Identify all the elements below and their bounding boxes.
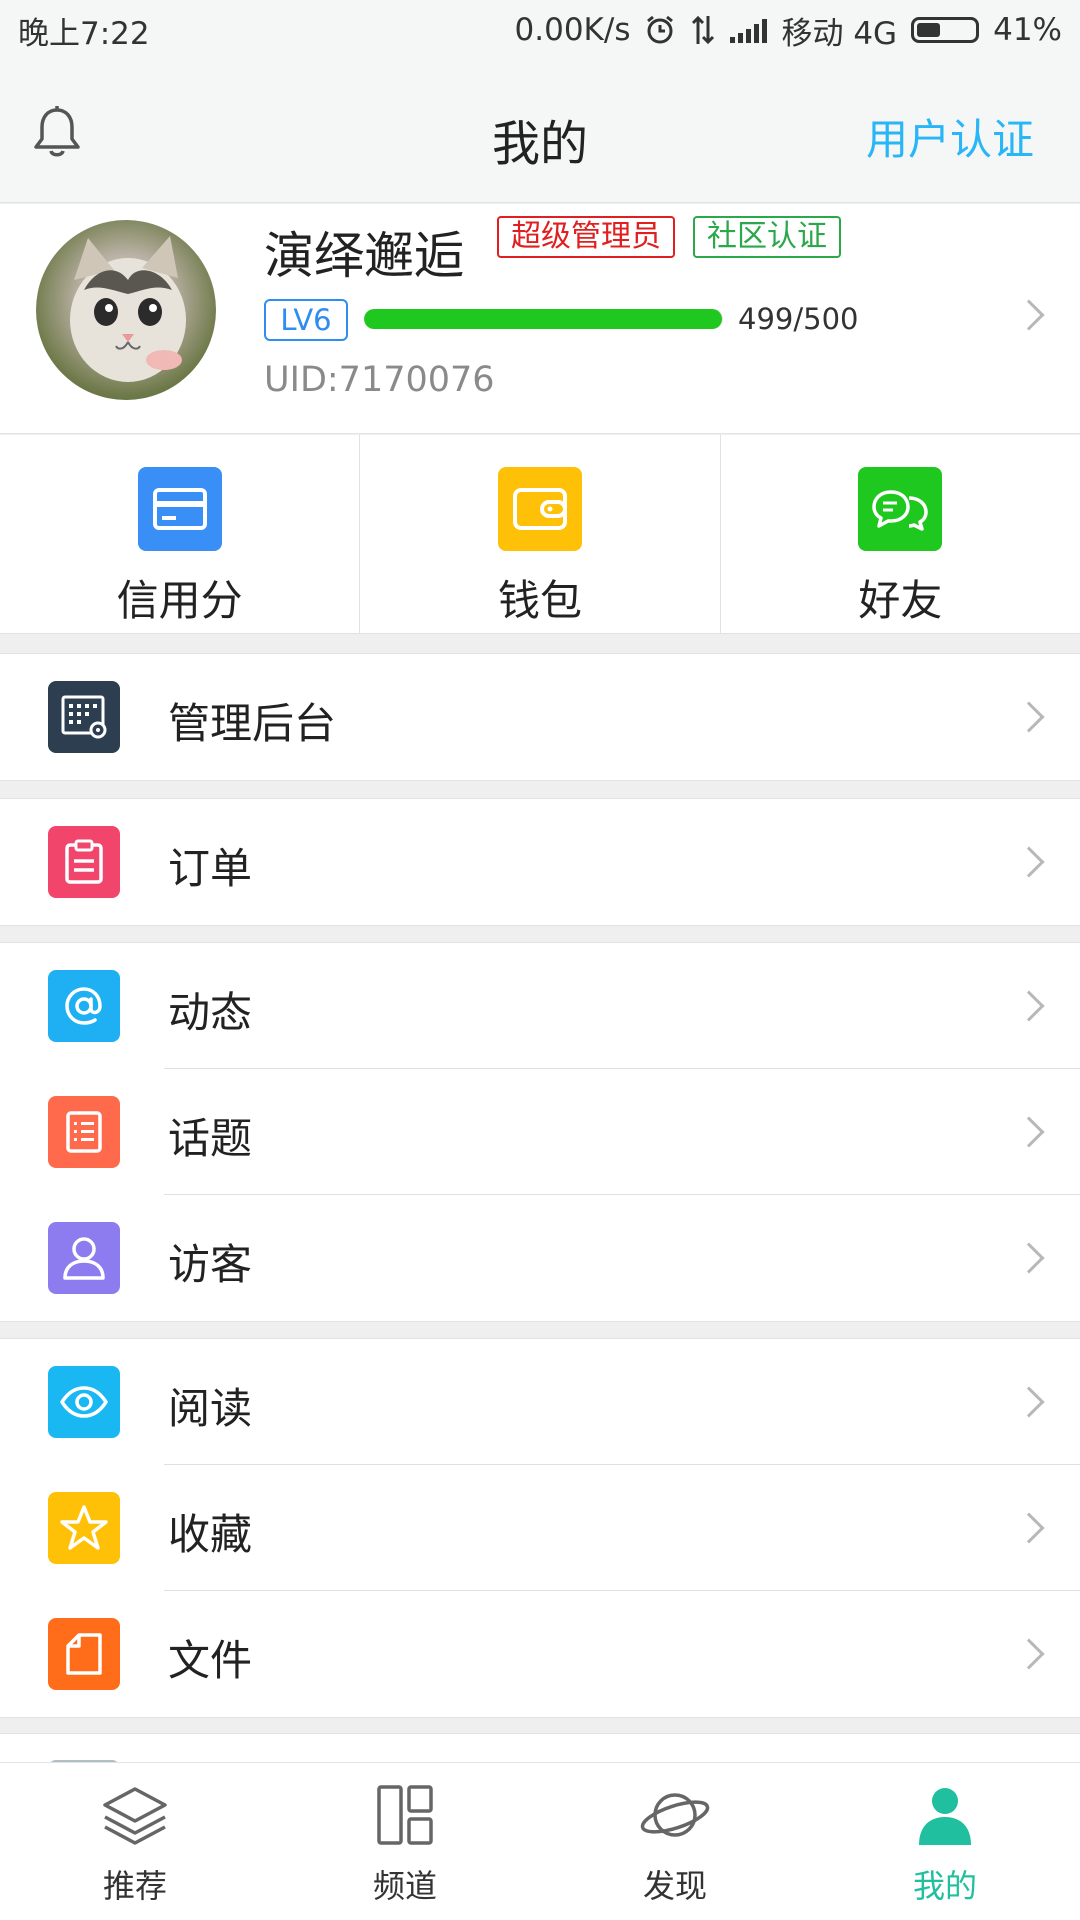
battery-percent: 41% bbox=[993, 12, 1062, 48]
alarm-icon bbox=[647, 15, 674, 44]
quick-action-label: 钱包 bbox=[497, 576, 582, 625]
menu-group-admin: 管理后台 bbox=[0, 653, 1080, 781]
menu-group-content: 阅读 收藏 文件 bbox=[0, 1338, 1080, 1718]
credit-card-icon bbox=[137, 467, 222, 551]
eye-icon bbox=[48, 1366, 120, 1438]
battery-icon bbox=[911, 17, 980, 43]
quick-action-label: 信用分 bbox=[116, 576, 243, 625]
menu-item-visitors[interactable]: 访客 bbox=[0, 1195, 1080, 1321]
menu-group-social: 动态 话题 访客 bbox=[0, 942, 1080, 1322]
user-icon bbox=[919, 1788, 971, 1845]
avatar[interactable] bbox=[36, 220, 216, 400]
chevron-right-icon bbox=[1013, 1242, 1045, 1274]
admin-badge: 超级管理员 bbox=[497, 216, 675, 258]
menu-item-label: 收藏 bbox=[168, 1510, 253, 1559]
chevron-right-icon bbox=[1013, 1512, 1045, 1544]
admin-panel-icon bbox=[48, 681, 120, 753]
at-icon bbox=[48, 970, 120, 1042]
quick-actions: 信用分 钱包 好友 bbox=[0, 435, 1080, 634]
menu-item-activity[interactable]: 动态 bbox=[0, 943, 1080, 1069]
status-bar: 晚上7:22 0.00K/s 移动 4G 41% bbox=[0, 0, 1080, 60]
person-icon bbox=[48, 1222, 120, 1294]
quick-action-credit[interactable]: 信用分 bbox=[0, 435, 361, 633]
menu-item-topics[interactable]: 话题 bbox=[0, 1069, 1080, 1195]
profile-card[interactable]: 演绎邂逅 超级管理员 社区认证 LV6 499/500 UID:7170076 bbox=[0, 204, 1080, 434]
file-icon bbox=[48, 1618, 120, 1690]
clipboard-icon bbox=[48, 826, 120, 898]
network-speed: 0.00K/s bbox=[514, 12, 631, 48]
chevron-right-icon bbox=[1013, 990, 1045, 1022]
carrier-label: 移动 4G bbox=[781, 15, 898, 52]
page-header: 我的 用户认证 bbox=[0, 60, 1080, 203]
menu-item-admin[interactable]: 管理后台 bbox=[0, 654, 1080, 780]
menu-item-label: 动态 bbox=[168, 988, 253, 1037]
tab-mine[interactable]: 我的 bbox=[810, 1763, 1080, 1920]
menu-item-label: 话题 bbox=[168, 1114, 253, 1163]
list-icon bbox=[48, 1096, 120, 1168]
chat-bubbles-icon bbox=[858, 467, 943, 551]
quick-action-label: 好友 bbox=[858, 576, 943, 625]
chevron-right-icon bbox=[1013, 701, 1045, 733]
tab-discover[interactable]: 发现 bbox=[540, 1763, 810, 1920]
username: 演绎邂逅 bbox=[264, 227, 464, 285]
quick-action-wallet[interactable]: 钱包 bbox=[360, 435, 721, 633]
tab-label: 我的 bbox=[912, 1867, 977, 1905]
menu-item-label: 文件 bbox=[168, 1636, 253, 1685]
bottom-tab-bar: 推荐 频道 发现 我的 bbox=[0, 1762, 1080, 1920]
kitten-photo bbox=[70, 236, 186, 382]
menu-item-label: 访客 bbox=[168, 1240, 253, 1289]
menu-item-favorites[interactable]: 收藏 bbox=[0, 1465, 1080, 1591]
wallet-icon bbox=[497, 467, 582, 551]
level-badge: LV6 bbox=[264, 299, 348, 341]
exp-progress-fill bbox=[364, 309, 723, 329]
menu-item-files[interactable]: 文件 bbox=[0, 1591, 1080, 1717]
star-icon bbox=[48, 1492, 120, 1564]
planet-icon bbox=[640, 1793, 710, 1837]
chevron-right-icon bbox=[1013, 1638, 1045, 1670]
user-id: UID:7170076 bbox=[264, 360, 495, 400]
tab-label: 频道 bbox=[372, 1867, 437, 1905]
data-transfer-icon bbox=[692, 15, 715, 45]
menu-item-label: 订单 bbox=[168, 844, 253, 893]
chevron-right-icon bbox=[1013, 846, 1045, 878]
tab-channels[interactable]: 频道 bbox=[270, 1763, 540, 1920]
menu-group-orders: 订单 bbox=[0, 798, 1080, 926]
menu-item-label: 管理后台 bbox=[168, 699, 337, 748]
exp-text: 499/500 bbox=[738, 302, 859, 336]
tab-label: 推荐 bbox=[102, 1867, 167, 1905]
grid-icon bbox=[377, 1785, 433, 1845]
signal-icon bbox=[730, 17, 768, 43]
menu-item-orders[interactable]: 订单 bbox=[0, 799, 1080, 925]
menu-item-label: 阅读 bbox=[168, 1384, 253, 1433]
tab-recommend[interactable]: 推荐 bbox=[0, 1763, 270, 1920]
menu-item-reading[interactable]: 阅读 bbox=[0, 1339, 1080, 1465]
quick-action-friends[interactable]: 好友 bbox=[721, 435, 1080, 633]
community-verified-badge: 社区认证 bbox=[693, 216, 841, 258]
chevron-right-icon bbox=[1013, 299, 1045, 331]
status-time: 晚上7:22 bbox=[18, 15, 150, 52]
user-verify-link[interactable]: 用户认证 bbox=[866, 106, 1034, 167]
exp-progress-bar bbox=[364, 309, 723, 329]
tab-label: 发现 bbox=[642, 1867, 707, 1905]
chevron-right-icon bbox=[1013, 1386, 1045, 1418]
layers-icon bbox=[103, 1787, 167, 1845]
chevron-right-icon bbox=[1013, 1116, 1045, 1148]
